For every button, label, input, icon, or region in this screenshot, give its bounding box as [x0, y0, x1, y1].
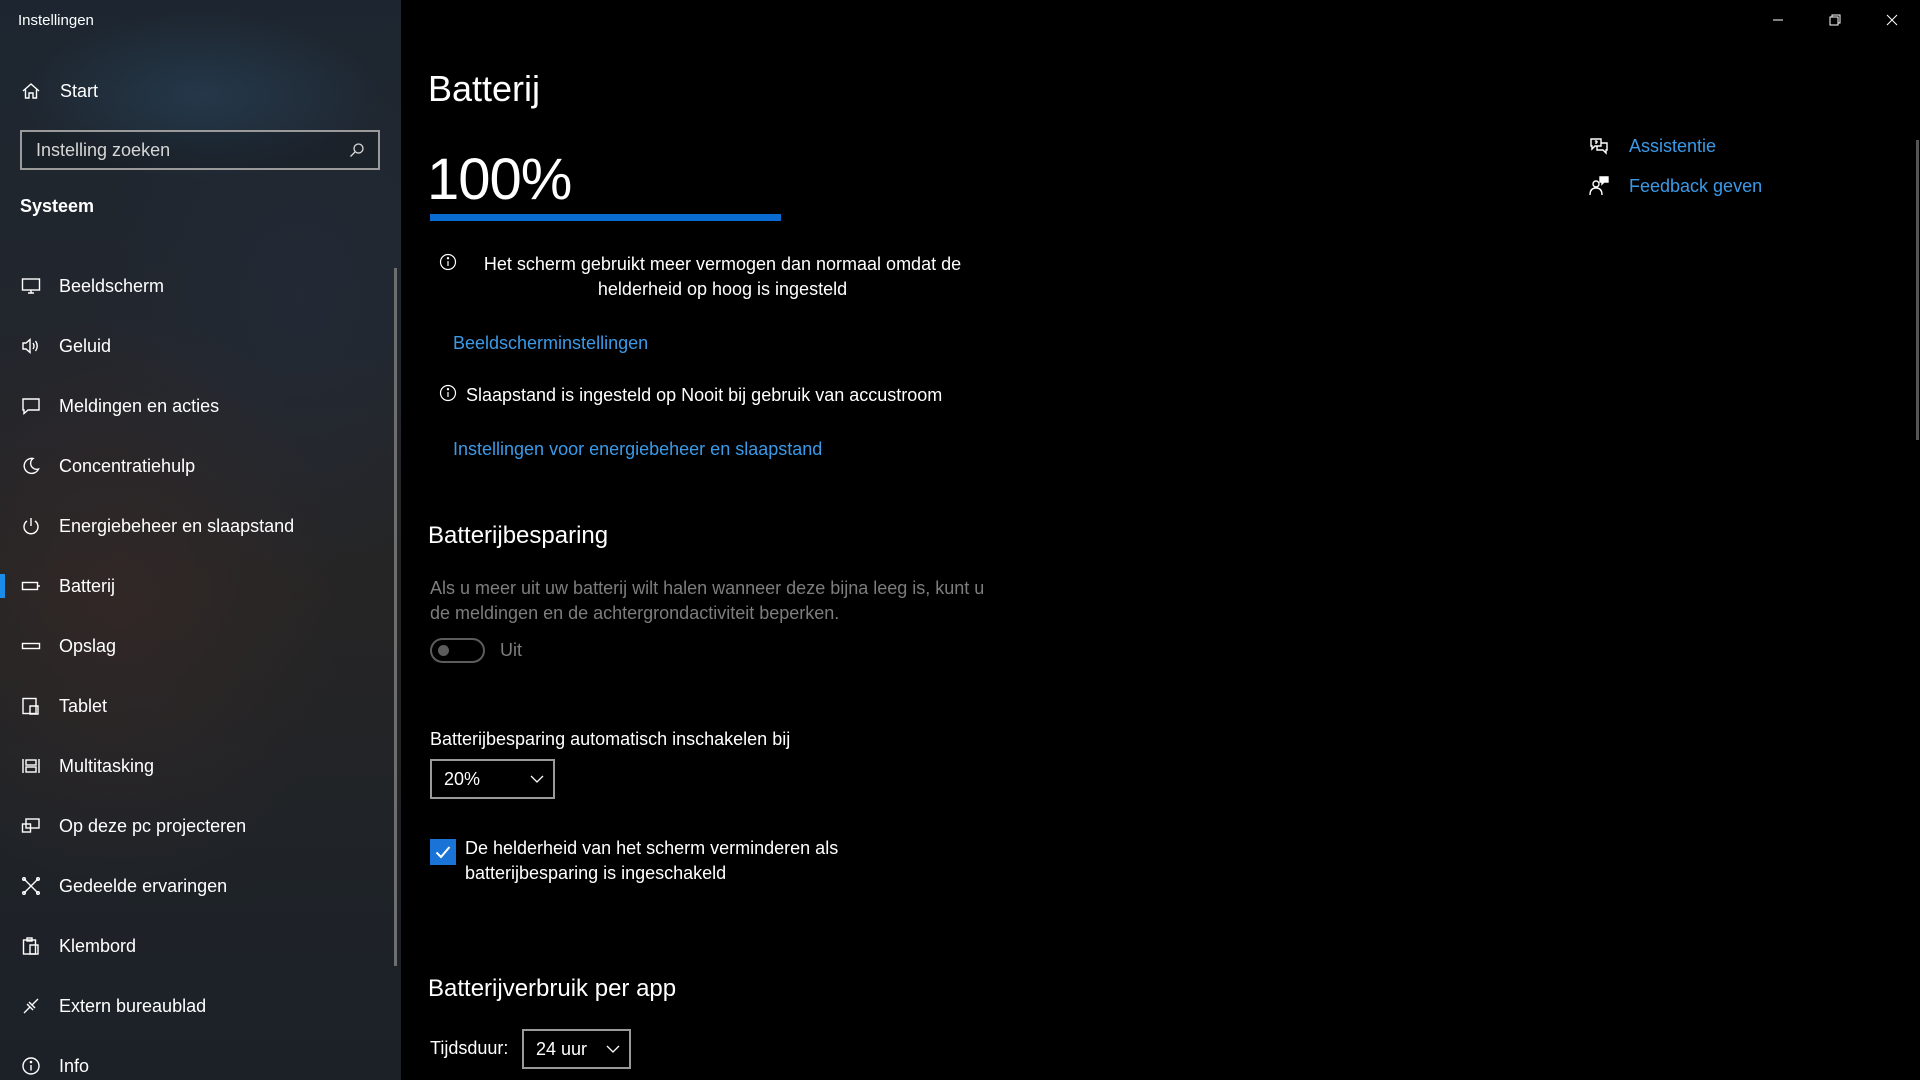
remote-desktop-icon — [20, 995, 42, 1017]
auto-enable-dropdown[interactable]: 20% — [430, 759, 555, 799]
sidebar-item-batterij[interactable]: Batterij — [0, 556, 395, 616]
minimize-icon — [1772, 19, 1783, 21]
restore-icon — [1829, 14, 1840, 26]
notice-sleep-text: Slaapstand is ingesteld op Nooit bij geb… — [466, 385, 943, 405]
sidebar-item-label: Concentratiehulp — [59, 455, 196, 476]
sidebar-item-info[interactable]: Info — [0, 1036, 395, 1080]
battery-saver-description: Als u meer uit uw batterij wilt halen wa… — [430, 578, 985, 623]
search-icon[interactable] — [348, 141, 366, 159]
feedback-link-label: Feedback geven — [1629, 175, 1763, 196]
chevron-down-icon — [605, 1041, 621, 1057]
sidebar-item-opslag[interactable]: Opslag — [0, 616, 395, 676]
info-icon — [20, 1055, 42, 1077]
sidebar-item-meldingen[interactable]: Meldingen en acties — [0, 376, 395, 436]
duration-dropdown[interactable]: 24 uur — [522, 1029, 631, 1069]
sidebar: Instellingen Start Instelling zoeken Sys… — [0, 0, 401, 1080]
sidebar-nav: Beeldscherm Geluid Meldingen en acties C… — [0, 256, 395, 1080]
help-link[interactable]: Assistentie — [1587, 126, 1762, 166]
sidebar-item-label: Beeldscherm — [59, 275, 165, 296]
multitasking-icon — [20, 755, 42, 777]
toggle-knob — [438, 645, 449, 656]
sidebar-item-energiebeheer[interactable]: Energiebeheer en slaapstand — [0, 496, 395, 556]
sidebar-item-label: Info — [59, 1055, 90, 1076]
sidebar-item-concentratiehulp[interactable]: Concentratiehulp — [0, 436, 395, 496]
shared-icon — [20, 875, 42, 897]
sidebar-item-projecteren[interactable]: Op deze pc projecteren — [0, 796, 395, 856]
help-link-label: Assistentie — [1629, 135, 1717, 156]
sidebar-item-label: Multitasking — [59, 755, 155, 776]
sidebar-item-klembord[interactable]: Klembord — [0, 916, 395, 976]
auto-enable-value: 20% — [444, 768, 481, 789]
sidebar-item-label: Opslag — [59, 635, 117, 656]
notice-screen: Het scherm gebruikt meer vermogen dan no… — [439, 252, 979, 302]
reduce-brightness-checkbox[interactable] — [430, 839, 456, 865]
sidebar-item-multitasking[interactable]: Multitasking — [0, 736, 395, 796]
battery-percentage: 100% — [427, 147, 572, 212]
sidebar-item-beeldscherm[interactable]: Beeldscherm — [0, 256, 395, 316]
battery-saver-toggle[interactable] — [430, 638, 485, 663]
notice-screen-text: Het scherm gebruikt meer vermogen dan no… — [483, 254, 962, 299]
power-settings-link[interactable]: Instellingen voor energiebeheer en slaap… — [453, 439, 822, 460]
sidebar-item-geluid[interactable]: Geluid — [0, 316, 395, 376]
close-icon — [1886, 14, 1897, 26]
chat-help-icon — [1587, 134, 1611, 158]
battery-saver-heading: Batterijbesparing — [428, 522, 609, 549]
sidebar-item-label: Gedeelde ervaringen — [59, 875, 228, 896]
auto-enable-label: Batterijbesparing automatisch inschakele… — [430, 729, 791, 749]
battery-level-fill — [430, 214, 781, 221]
sidebar-item-label: Op deze pc projecteren — [59, 815, 247, 836]
clipboard-icon — [20, 935, 42, 957]
sidebar-item-label: Batterij — [59, 575, 116, 596]
power-icon — [20, 515, 42, 537]
speaker-icon — [20, 335, 42, 357]
related-links: Assistentie Feedback geven — [1587, 126, 1762, 206]
feedback-link[interactable]: Feedback geven — [1587, 166, 1762, 206]
project-icon — [20, 815, 42, 837]
sidebar-item-label: Tablet — [59, 695, 108, 716]
sidebar-item-label: Energiebeheer en slaapstand — [59, 515, 295, 536]
restore-button[interactable] — [1806, 0, 1863, 40]
info-icon — [439, 384, 459, 404]
notification-icon — [20, 395, 42, 417]
storage-icon — [20, 635, 42, 657]
main-content: Batterij 100% Het scherm gebruikt meer v… — [401, 0, 1920, 1080]
home-label: Start — [60, 80, 99, 101]
battery-icon — [20, 575, 42, 597]
close-button[interactable] — [1863, 0, 1920, 40]
duration-value: 24 uur — [536, 1038, 588, 1059]
minimize-button[interactable] — [1749, 0, 1806, 40]
sidebar-item-tablet[interactable]: Tablet — [0, 676, 395, 736]
tablet-icon — [20, 695, 42, 717]
home-link[interactable]: Start — [20, 78, 98, 104]
feedback-icon — [1587, 174, 1611, 198]
home-icon — [20, 80, 42, 102]
battery-saver-toggle-state: Uit — [500, 640, 522, 660]
sidebar-item-label: Geluid — [59, 335, 112, 356]
sidebar-item-extern-bureaublad[interactable]: Extern bureaublad — [0, 976, 395, 1036]
reduce-brightness-label: De helderheid van het scherm verminderen… — [465, 838, 839, 883]
monitor-icon — [20, 275, 42, 297]
app-usage-heading: Batterijverbruik per app — [428, 975, 677, 1002]
search-input[interactable]: Instelling zoeken — [36, 140, 348, 161]
window-controls — [1749, 0, 1920, 40]
page-title: Batterij — [428, 68, 541, 109]
sidebar-scrollbar[interactable] — [394, 268, 397, 966]
notice-sleep: Slaapstand is ingesteld op Nooit bij geb… — [439, 383, 979, 408]
sidebar-item-label: Meldingen en acties — [59, 395, 220, 416]
battery-level-bar — [430, 214, 781, 221]
moon-icon — [20, 455, 42, 477]
sidebar-item-gedeelde-ervaringen[interactable]: Gedeelde ervaringen — [0, 856, 395, 916]
main-scrollbar[interactable] — [1916, 140, 1919, 440]
display-settings-link[interactable]: Beeldscherminstellingen — [453, 333, 648, 354]
app-title: Instellingen — [18, 12, 94, 29]
info-icon — [439, 253, 459, 273]
duration-label: Tijdsduur: — [430, 1038, 509, 1058]
sidebar-item-label: Klembord — [59, 935, 137, 956]
checkmark-icon — [435, 846, 451, 859]
chevron-down-icon — [529, 771, 545, 787]
sidebar-item-label: Extern bureaublad — [59, 995, 207, 1016]
section-heading: Systeem — [20, 196, 95, 216]
search-box[interactable]: Instelling zoeken — [20, 130, 380, 170]
